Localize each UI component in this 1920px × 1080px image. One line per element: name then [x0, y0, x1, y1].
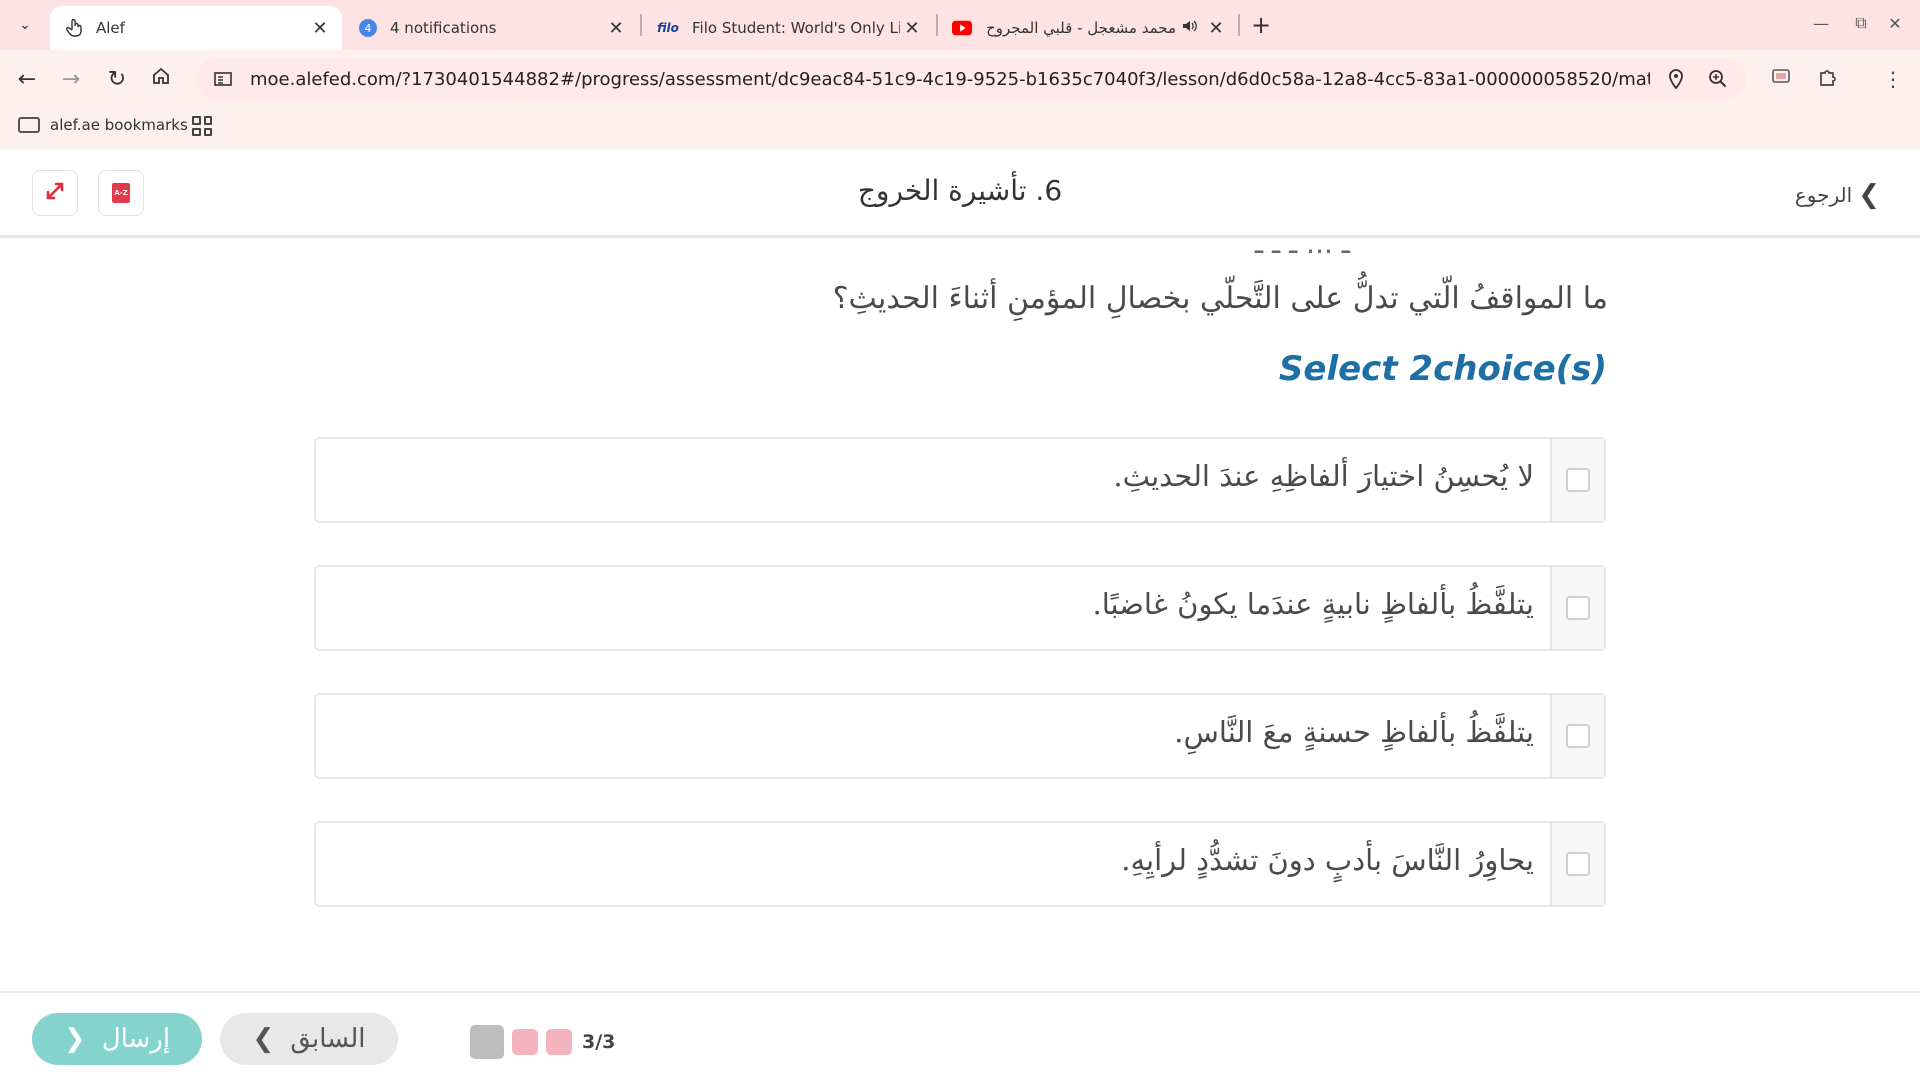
fullscreen-button[interactable]: [32, 170, 78, 216]
checkbox-cell[interactable]: [1550, 567, 1604, 649]
home-icon: [151, 66, 171, 92]
question-area: ـ ... ـ ـ ـ ما المواقفُ الّتي تدلُّ على …: [0, 241, 1920, 991]
previous-text-fragment: ـ ... ـ ـ ـ: [1254, 241, 1350, 260]
tab-title: محمد مشعجل - قلبي المجروح: [986, 19, 1176, 37]
apps-grid-icon[interactable]: [192, 116, 212, 136]
choice-option[interactable]: يتلفَّظُ بألفاظٍ حسنةٍ معَ النَّاسِ.: [314, 693, 1606, 779]
home-button[interactable]: [144, 62, 178, 96]
tab-title: 4 notifications: [390, 19, 497, 37]
browser-tab-bar: ⌄ Alef ✕ 4 4 notifications ✕ filo Filo S…: [0, 0, 1920, 50]
kebab-menu-icon: ⋮: [1883, 67, 1903, 91]
close-tab-icon[interactable]: ✕: [308, 16, 332, 40]
checkbox[interactable]: [1566, 468, 1590, 492]
checkbox[interactable]: [1566, 852, 1590, 876]
choice-option[interactable]: لا يُحسِنُ اختيارَ ألفاظِهِ عندَ الحديثِ…: [314, 437, 1606, 523]
progress-dot[interactable]: [512, 1029, 538, 1055]
lesson-header: A-Z 6. تأشيرة الخروج ❯ الرجوع: [0, 150, 1920, 238]
expand-icon: [44, 180, 66, 206]
forward-button[interactable]: →: [54, 62, 88, 96]
plus-icon: +: [1250, 11, 1272, 39]
bookmark-folder[interactable]: alef.ae bookmarks: [18, 116, 188, 134]
arrow-right-icon: →: [61, 66, 81, 92]
reload-icon: ↻: [107, 66, 127, 92]
filo-icon: filo: [657, 21, 679, 35]
puzzle-icon: [1817, 67, 1837, 92]
restore-icon: ⧉: [1855, 13, 1867, 32]
tab-youtube[interactable]: محمد مشعجل - قلبي المجروح ✕: [938, 6, 1238, 50]
browser-toolbar: ← → ↻ moe.alefed.com/?1730401544882#/pro…: [0, 50, 1920, 108]
checkbox-cell[interactable]: [1550, 439, 1604, 521]
checkbox[interactable]: [1566, 596, 1590, 620]
choice-option[interactable]: يتلفَّظُ بألفاظٍ نابيةٍ عندَما يكونُ غاض…: [314, 565, 1606, 651]
notification-badge-icon: 4: [358, 18, 378, 38]
youtube-icon: [952, 18, 972, 38]
cast-button[interactable]: [1764, 62, 1798, 96]
tab-notifications[interactable]: 4 4 notifications ✕: [344, 6, 638, 50]
previous-button[interactable]: السابق ❯: [220, 1013, 398, 1065]
reload-button[interactable]: ↻: [100, 62, 134, 96]
address-bar[interactable]: moe.alefed.com/?1730401544882#/progress/…: [196, 58, 1746, 100]
previous-label: السابق: [290, 1024, 366, 1054]
choice-text: يتلفَّظُ بألفاظٍ نابيةٍ عندَما يكونُ غاض…: [1092, 587, 1535, 621]
site-info-icon[interactable]: [212, 71, 234, 87]
submit-button[interactable]: إرسال ❮: [32, 1013, 202, 1065]
hand-pointer-icon: [64, 18, 84, 38]
selection-instruction: Select 2choice(s): [1278, 349, 1607, 389]
tab-filo[interactable]: filo Filo Student: World's Only Live I ✕: [642, 6, 934, 50]
minimize-icon: —: [1813, 13, 1829, 33]
speaker-icon[interactable]: [1182, 19, 1198, 37]
chevron-down-icon: ⌄: [19, 17, 31, 33]
close-icon: ✕: [1888, 13, 1902, 33]
close-window-button[interactable]: ✕: [1880, 8, 1910, 38]
restore-button[interactable]: ⧉: [1846, 8, 1876, 38]
menu-button[interactable]: ⋮: [1876, 62, 1910, 96]
tab-title: Filo Student: World's Only Live I: [692, 19, 900, 37]
folder-icon: [18, 117, 40, 133]
choice-option[interactable]: يحاوِرُ النَّاسَ بأدبٍ دونَ تشدُّدٍ لرأي…: [314, 821, 1606, 907]
tab-separator: [1238, 14, 1240, 36]
progress-dot[interactable]: [546, 1029, 572, 1055]
assessment-footer: إرسال ❮ السابق ❯ 3/3: [0, 991, 1920, 1080]
progress-count: 3/3: [582, 1031, 616, 1053]
back-label: الرجوع: [1794, 183, 1853, 207]
tab-alef[interactable]: Alef ✕: [50, 6, 342, 50]
back-link[interactable]: ❯ الرجوع: [1795, 180, 1880, 210]
progress-dot[interactable]: [470, 1025, 504, 1059]
page-title: 6. تأشيرة الخروج: [857, 174, 1063, 207]
chevron-right-icon: ❯: [252, 1024, 275, 1054]
minimize-button[interactable]: —: [1806, 8, 1836, 38]
choice-text: يتلفَّظُ بألفاظٍ حسنةٍ معَ النَّاسِ.: [1174, 715, 1534, 749]
checkbox[interactable]: [1566, 724, 1590, 748]
url-text[interactable]: moe.alefed.com/?1730401544882#/progress/…: [250, 69, 1650, 90]
tab-search-button[interactable]: ⌄: [10, 10, 40, 40]
tab-title: Alef: [96, 19, 125, 37]
arrow-left-icon: ←: [17, 66, 37, 92]
question-text: ما المواقفُ الّتي تدلُّ على التَّحلّي بخ…: [832, 281, 1608, 316]
notification-count-badge: 4: [359, 19, 377, 37]
extensions-button[interactable]: [1810, 62, 1844, 96]
choice-text: لا يُحسِنُ اختيارَ ألفاظِهِ عندَ الحديثِ…: [1113, 459, 1534, 493]
zoom-icon[interactable]: [1706, 67, 1730, 91]
close-tab-icon[interactable]: ✕: [1204, 16, 1228, 40]
location-pin-icon[interactable]: [1664, 67, 1688, 91]
bookmarks-bar: alef.ae bookmarks: [0, 108, 1920, 150]
submit-label: إرسال: [101, 1024, 171, 1054]
choice-text: يحاوِرُ النَّاسَ بأدبٍ دونَ تشدُّدٍ لرأي…: [1121, 843, 1534, 877]
close-tab-icon[interactable]: ✕: [900, 16, 924, 40]
checkbox-cell[interactable]: [1550, 823, 1604, 905]
dictionary-icon: A-Z: [112, 183, 130, 203]
chevron-right-icon: ❯: [1858, 180, 1880, 210]
back-button[interactable]: ←: [10, 62, 44, 96]
close-tab-icon[interactable]: ✕: [604, 16, 628, 40]
chevron-left-icon: ❮: [63, 1024, 86, 1054]
dictionary-button[interactable]: A-Z: [98, 170, 144, 216]
question-progress: 3/3: [470, 1025, 615, 1059]
bookmark-label: alef.ae bookmarks: [50, 116, 188, 134]
checkbox-cell[interactable]: [1550, 695, 1604, 777]
new-tab-button[interactable]: +: [1246, 10, 1276, 40]
cast-icon: [1771, 67, 1791, 91]
